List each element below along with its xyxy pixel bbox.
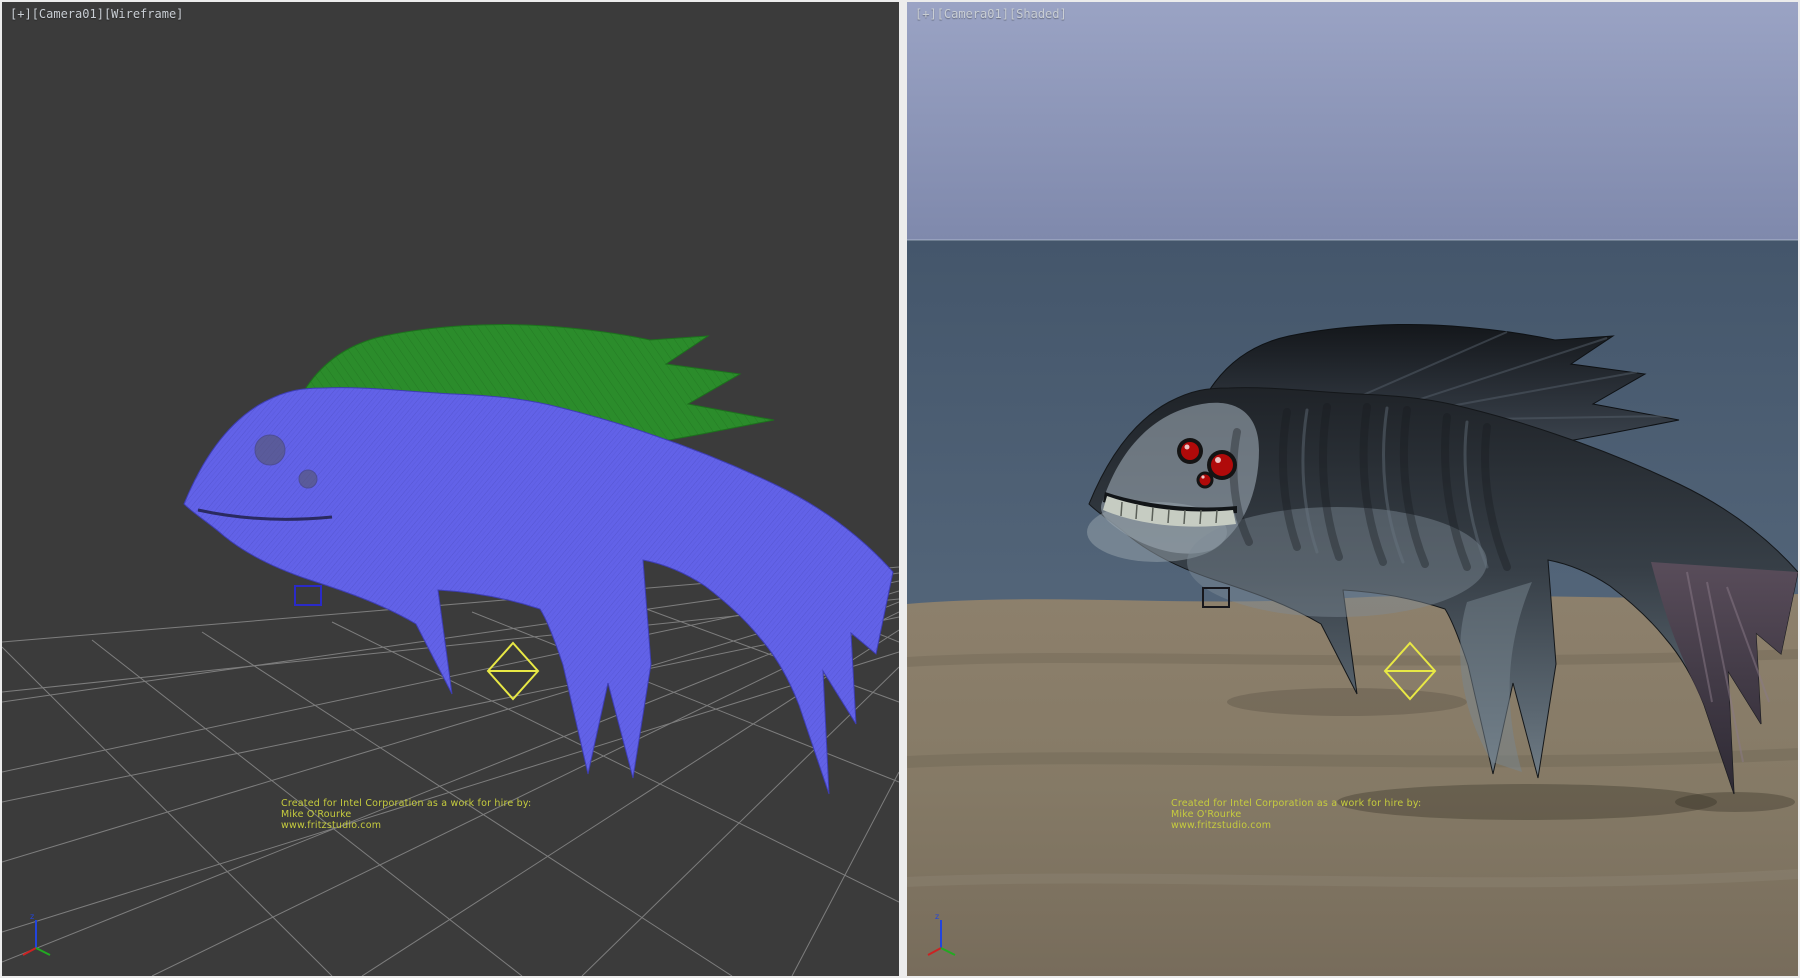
watermark-line1: Created for Intel Corporation as a work …	[1171, 798, 1421, 809]
sea-floor[interactable]	[907, 594, 1798, 976]
camera-label[interactable]: [Camera01]	[32, 7, 104, 21]
watermark-line3: www.fritzstudio.com	[281, 820, 531, 831]
shading-label[interactable]: [Wireframe]	[104, 7, 183, 21]
watermark: Created for Intel Corporation as a work …	[1171, 798, 1421, 831]
watermark-line1: Created for Intel Corporation as a work …	[281, 798, 531, 809]
viewport-menu-button[interactable]: [+]	[915, 7, 937, 21]
viewport-shaded[interactable]: [+][Camera01][Shaded]	[907, 2, 1798, 976]
helper-box[interactable]	[295, 586, 321, 605]
watermark-line2: Mike O'Rourke	[281, 809, 531, 820]
world-axis-tripod: z	[925, 910, 959, 958]
watermark-line2: Mike O'Rourke	[1171, 809, 1421, 820]
viewport-label-left: [+][Camera01][Wireframe]	[10, 7, 183, 21]
watermark-line3: www.fritzstudio.com	[1171, 820, 1421, 831]
viewport-label-right: [+][Camera01][Shaded]	[915, 7, 1067, 21]
axis-z-label: z	[935, 912, 939, 921]
camera-label[interactable]: [Camera01]	[937, 7, 1009, 21]
axis-z-label: z	[30, 912, 34, 921]
fish-eye-spot-small	[299, 470, 317, 488]
shading-label[interactable]: [Shaded]	[1009, 7, 1067, 21]
viewport-menu-button[interactable]: [+]	[10, 7, 32, 21]
world-axis-tripod: z	[20, 910, 54, 958]
dummy-helper-diamond[interactable]	[488, 643, 538, 699]
fish-body-wire-texture	[184, 388, 893, 794]
watermark: Created for Intel Corporation as a work …	[281, 798, 531, 831]
viewport-wireframe[interactable]: [+][Camera01][Wireframe]	[2, 2, 899, 976]
fish-eye-spot-large	[255, 435, 285, 465]
